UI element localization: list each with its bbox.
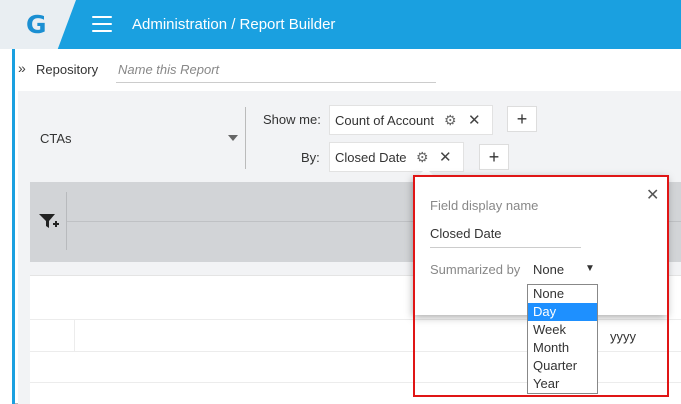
by-field-chip[interactable]: Closed Date ⚙ ✕ (329, 142, 464, 172)
summarized-by-value: None (533, 262, 565, 277)
option-year[interactable]: Year (528, 375, 597, 393)
side-panel-toggle-strip[interactable] (0, 49, 15, 404)
summarized-by-select[interactable]: None ▼ (533, 262, 598, 280)
summarized-by-label: Summarized by (430, 262, 521, 277)
field-display-name-label: Field display name (430, 198, 539, 213)
report-name-input[interactable] (116, 57, 436, 83)
gear-icon[interactable]: ⚙ (444, 112, 457, 129)
add-dimension-button[interactable]: + (479, 144, 509, 170)
add-measure-button[interactable]: + (507, 106, 537, 132)
by-field-name: Closed Date (335, 150, 407, 165)
caret-down-icon: ▼ (585, 263, 595, 274)
table-column-divider (74, 320, 75, 351)
field-display-name-input[interactable]: Closed Date (430, 226, 581, 248)
option-week[interactable]: Week (528, 321, 597, 339)
option-none[interactable]: None (528, 285, 597, 303)
show-me-label: Show me: (263, 112, 321, 127)
close-icon[interactable]: ✕ (439, 148, 452, 166)
option-day[interactable]: Day (528, 303, 597, 321)
show-me-field-name: Count of Account (335, 113, 435, 128)
popover-pointer (418, 168, 434, 176)
app-logo[interactable]: G (26, 10, 47, 39)
option-month[interactable]: Month (528, 339, 597, 357)
show-me-field-chip[interactable]: Count of Account ⚙ ✕ (329, 105, 493, 135)
source-object-value: CTAs (40, 131, 72, 146)
divider-brace (245, 107, 251, 169)
page-title: Administration / Report Builder (132, 16, 336, 33)
repository-link[interactable]: Repository (36, 62, 98, 77)
double-chevron-right-icon[interactable]: » (18, 60, 26, 76)
table-cell: yyyy (610, 329, 636, 344)
close-icon[interactable]: ✕ (468, 111, 481, 129)
close-icon[interactable]: ✕ (646, 185, 659, 205)
caret-down-icon (228, 135, 238, 141)
option-quarter[interactable]: Quarter (528, 357, 597, 375)
source-object-select[interactable]: CTAs (40, 131, 240, 149)
gear-icon[interactable]: ⚙ (416, 149, 429, 166)
logo-badge: G (0, 0, 76, 49)
by-label: By: (301, 150, 320, 165)
top-bar: G Administration / Report Builder (0, 0, 681, 49)
hamburger-icon[interactable] (92, 15, 112, 33)
filter-add-icon[interactable] (38, 211, 60, 233)
